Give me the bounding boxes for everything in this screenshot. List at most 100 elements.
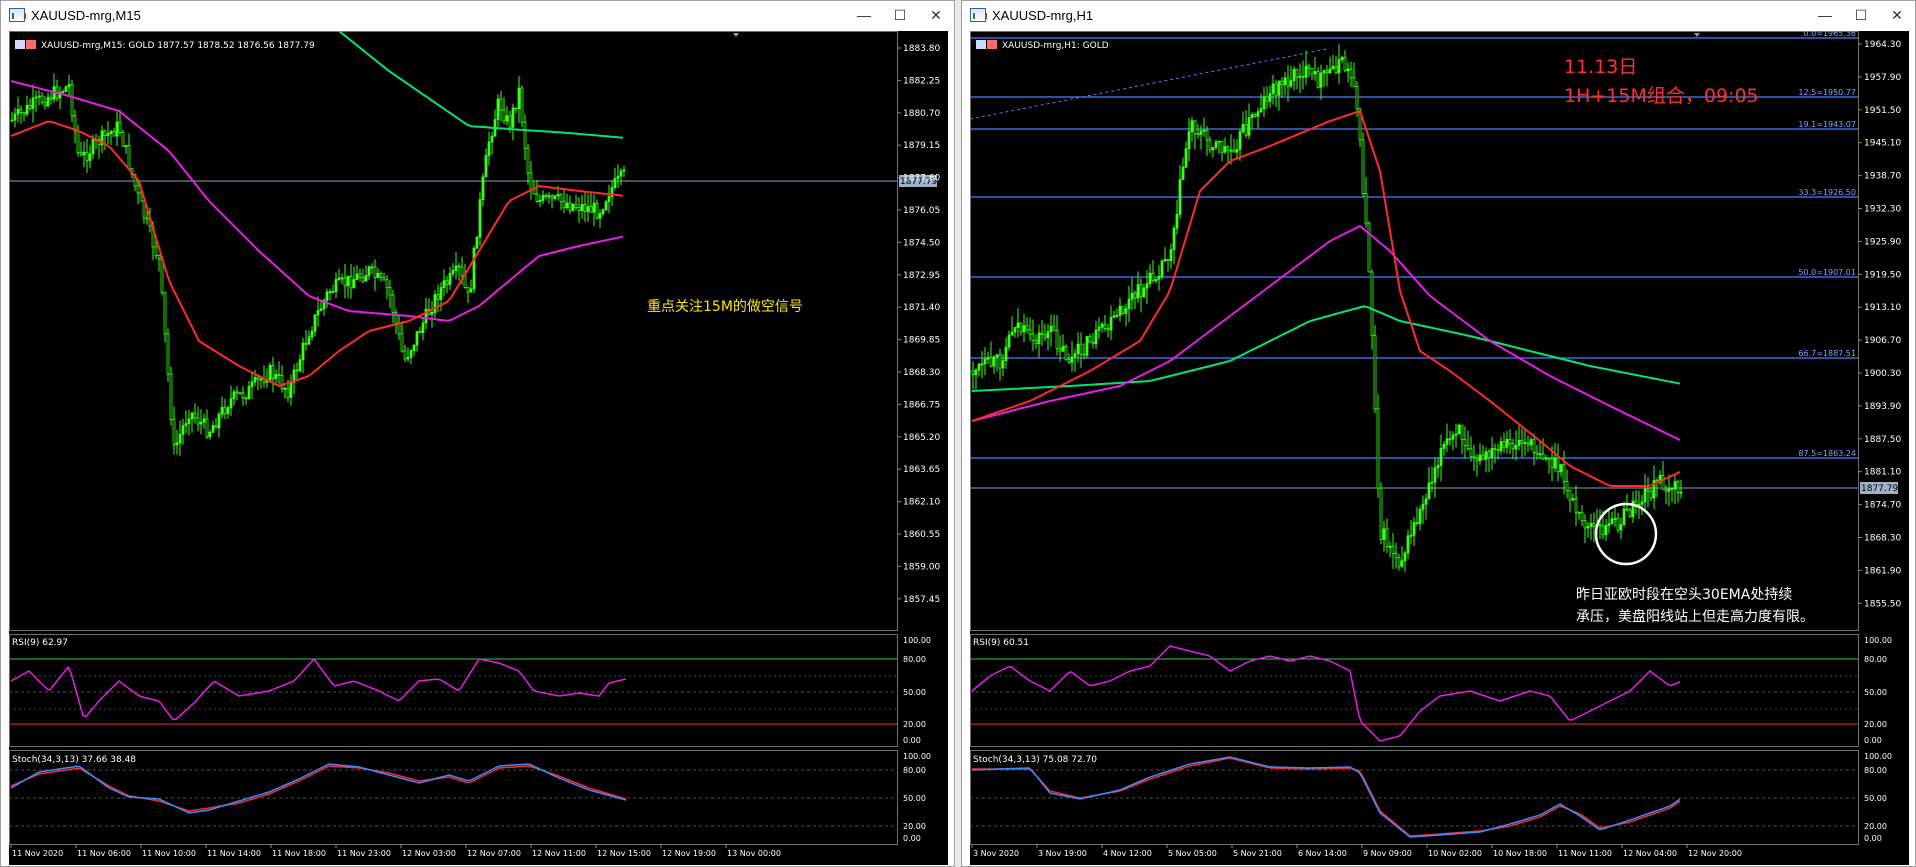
candle-body — [1640, 501, 1644, 505]
candle-body — [199, 421, 203, 425]
candle-body — [475, 236, 479, 249]
osc-scale-label: 100.00 — [903, 752, 931, 761]
candle-body — [37, 95, 41, 98]
candle-body — [1670, 488, 1674, 491]
candle-body — [1643, 488, 1647, 503]
price-tick-label: 1919.50 — [1864, 270, 1901, 280]
candle-body — [406, 357, 410, 360]
candle-body — [1481, 454, 1485, 460]
candle-body — [1235, 149, 1239, 153]
price-tick-label: 1863.65 — [903, 465, 940, 475]
candle-body — [1676, 481, 1680, 493]
candle-body — [244, 397, 248, 400]
candle-body — [1172, 227, 1176, 250]
candle-body — [1346, 68, 1350, 72]
chart-shift-marker[interactable] — [1694, 33, 1700, 37]
candle-body — [1157, 275, 1161, 280]
candle-body — [1205, 129, 1209, 141]
candle-body — [10, 119, 14, 122]
candle-body — [391, 294, 395, 313]
candle-body — [376, 273, 380, 278]
candle-body — [232, 391, 236, 400]
stoch-scale: 100.00 80.00 50.00 20.00 0.00 — [1864, 752, 1892, 843]
candle-body — [998, 354, 1002, 369]
minimize-button[interactable]: — — [846, 1, 882, 29]
candle-body — [553, 195, 557, 199]
price-tick-label: 1881.10 — [1864, 468, 1901, 478]
price-tick-label: 1957.90 — [1864, 73, 1901, 83]
time-tick-label: 13 Nov 00:00 — [727, 849, 781, 858]
time-tick-label: 12 Nov 19:00 — [662, 849, 716, 858]
candle-body — [604, 201, 608, 211]
candle-body — [1004, 346, 1008, 361]
candle-body — [1403, 552, 1407, 562]
time-tick-label: 3 Nov 2020 — [973, 849, 1019, 858]
candle-body — [127, 145, 131, 170]
candle-body — [1478, 454, 1482, 462]
candle-body — [403, 350, 407, 360]
candle-body — [196, 417, 200, 425]
candle-body — [574, 203, 578, 208]
chart-canvas[interactable]: XAUUSD-mrg,M15: GOLD 1877.57 1878.52 187… — [9, 31, 948, 865]
candle-body — [358, 273, 362, 278]
title-bar[interactable]: XAUUSD-mrg,M15 — ☐ ✕ — [1, 1, 954, 29]
time-tick-label: 10 Nov 02:00 — [1428, 849, 1482, 858]
candle-body — [415, 331, 419, 346]
candle-body — [226, 407, 230, 414]
candle-body — [1202, 129, 1206, 132]
candle-body — [217, 413, 221, 429]
candle-body — [1094, 329, 1098, 345]
chart-window-h1[interactable]: XAUUSD-mrg,H1 — ☐ ✕ XAUUSD-mrg,H1: GOLD … — [961, 0, 1916, 867]
candle-body — [109, 131, 113, 134]
ema-slow-line — [338, 31, 624, 139]
candle-body — [1379, 487, 1383, 540]
candle-body — [1349, 68, 1353, 79]
candle-body — [1559, 464, 1563, 473]
candle-body — [16, 108, 20, 115]
minimize-button[interactable]: — — [1807, 1, 1843, 29]
candle-body — [1097, 326, 1101, 331]
time-tick-label: 12 Nov 04:00 — [1623, 849, 1677, 858]
candle-body — [1613, 517, 1617, 520]
candle-body — [478, 199, 482, 238]
candle-body — [295, 369, 299, 372]
candle-body — [484, 155, 488, 178]
candle-body — [1247, 117, 1251, 136]
candle-body — [409, 350, 413, 358]
candle-body — [313, 314, 317, 332]
price-tick-label: 1857.45 — [903, 595, 940, 605]
candle-body — [301, 342, 305, 361]
candle-body — [448, 273, 452, 285]
candle-body — [367, 266, 371, 276]
candle-body — [1208, 139, 1212, 151]
fib-level-label: 87.5=1863.24 — [1798, 449, 1856, 458]
time-tick-label: 11 Nov 23:00 — [337, 849, 391, 858]
candle-body — [43, 101, 47, 107]
price-tick-label: 1859.00 — [903, 562, 940, 572]
candle-body — [1391, 545, 1395, 554]
maximize-button[interactable]: ☐ — [882, 1, 918, 29]
close-button[interactable]: ✕ — [918, 1, 954, 29]
candle-body — [992, 356, 996, 367]
candle-body — [280, 375, 284, 390]
chart-canvas[interactable]: XAUUSD-mrg,H1: GOLD 0.0=1965.36 12.5=1950… — [970, 31, 1909, 865]
price-tick-label: 1855.50 — [1864, 599, 1901, 609]
chart-window-m15[interactable]: XAUUSD-mrg,M15 — ☐ ✕ XAUUSD-mrg,M15: GOL… — [0, 0, 955, 867]
candle-body — [1511, 443, 1515, 450]
chart-shift-marker[interactable] — [733, 33, 739, 37]
candle-body — [118, 121, 122, 133]
candle-body — [1067, 359, 1071, 363]
candle-body — [160, 258, 164, 293]
candle-body — [457, 265, 461, 268]
close-button[interactable]: ✕ — [1879, 1, 1915, 29]
current-price-label: 1877.79 — [1861, 484, 1898, 494]
candle-body — [1580, 511, 1584, 521]
candle-body — [481, 176, 485, 201]
candle-body — [1448, 438, 1452, 441]
candle-body — [1607, 523, 1611, 526]
maximize-button[interactable]: ☐ — [1843, 1, 1879, 29]
candle-body — [1331, 65, 1335, 70]
candle-body — [1025, 325, 1029, 331]
stoch-signal-line — [10, 765, 627, 812]
title-bar[interactable]: XAUUSD-mrg,H1 — ☐ ✕ — [962, 1, 1915, 29]
